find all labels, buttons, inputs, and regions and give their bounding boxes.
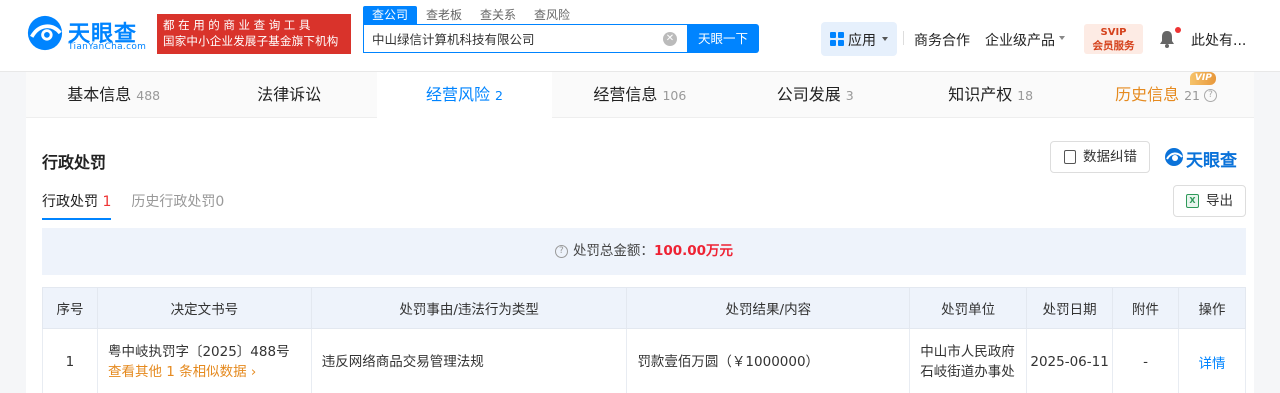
- grid-icon: [830, 32, 844, 46]
- logo-eye-icon: [1165, 148, 1183, 166]
- slogan-banner: 都在用的商业查询工具 国家中小企业发展子基金旗下机构: [157, 14, 351, 54]
- subtab-count: 0: [215, 194, 225, 210]
- tab-label: 历史信息: [1115, 85, 1180, 104]
- tab-basic-info[interactable]: 基本信息 488: [26, 72, 201, 118]
- tab-legal[interactable]: 法律诉讼: [201, 72, 376, 118]
- top-header: 天眼查 TianYanCha.com 都在用的商业查询工具 国家中小企业发展子基…: [0, 0, 1280, 72]
- tab-ip[interactable]: 知识产权 18: [903, 72, 1078, 118]
- svip-member-button[interactable]: SVIP 会员服务: [1084, 24, 1143, 54]
- search-tab-risk[interactable]: 查风险: [525, 6, 579, 24]
- table-header-row: 序号 决定文书号 处罚事由/违法行为类型 处罚结果/内容 处罚单位 处罚日期 附…: [42, 287, 1246, 329]
- document-icon: [1064, 150, 1076, 164]
- subtab-admin-penalty[interactable]: 行政处罚 1: [42, 191, 112, 220]
- main-card: 基本信息 488 法律诉讼 经营风险 2 经营信息 106 公司发展 3 知识产权 18 …: [26, 72, 1254, 393]
- business-cooperation-link[interactable]: 商务合作: [914, 30, 970, 50]
- user-menu[interactable]: 此处有...: [1191, 30, 1246, 50]
- cell-result: 罚款壹佰万圆（￥1000000）: [626, 328, 911, 393]
- col-header-date: 处罚日期: [1026, 287, 1114, 329]
- tab-count: 3: [845, 88, 854, 103]
- data-correction-label: 数据纠错: [1083, 149, 1137, 165]
- search-input[interactable]: [364, 25, 654, 52]
- tab-operating-info[interactable]: 经营信息 106: [552, 72, 727, 118]
- tab-count: 488: [136, 88, 161, 103]
- member-service-label: 会员服务: [1092, 40, 1135, 52]
- penalty-summary: ? 处罚总金额：100.00万元: [42, 228, 1246, 275]
- enterprise-products-menu[interactable]: 企业级产品: [985, 30, 1055, 50]
- col-header-reason: 处罚事由/违法行为类型: [310, 287, 628, 329]
- logo-domain: TianYanCha.com: [68, 42, 147, 52]
- notification-dot: [1175, 27, 1181, 33]
- company-tabs: 基本信息 488 法律诉讼 经营风险 2 经营信息 106 公司发展 3 知识产权 18 …: [26, 72, 1254, 118]
- vip-badge: VIP: [1190, 72, 1217, 85]
- col-header-result: 处罚结果/内容: [626, 287, 911, 329]
- clear-icon[interactable]: ✕: [663, 32, 677, 46]
- tab-count: 2: [495, 88, 503, 103]
- cell-date: 2025-06-11: [1026, 328, 1114, 393]
- tab-label: 经营风险: [425, 85, 490, 104]
- svip-label: SVIP: [1100, 27, 1127, 38]
- tab-label: 基本信息: [67, 85, 132, 104]
- summary-amount: 100.00万元: [653, 243, 734, 259]
- cell-reason: 违反网络商品交易管理法规: [310, 328, 628, 393]
- search-tab-boss[interactable]: 查老板: [417, 6, 471, 24]
- slogan-line-1: 都在用的商业查询工具: [163, 18, 314, 32]
- cell-doc-no: 粤中岐执罚字〔2025〕488号 查看其他 1 条相似数据 ›: [96, 328, 312, 393]
- subtab-count: 1: [102, 194, 112, 210]
- logo[interactable]: 天眼查 TianYanCha.com: [26, 12, 151, 56]
- tab-history[interactable]: VIP 历史信息 21?: [1078, 72, 1253, 118]
- search-button[interactable]: 天眼一下: [687, 24, 759, 53]
- apps-label: 应用: [848, 33, 876, 49]
- data-correction-button[interactable]: 数据纠错: [1050, 141, 1150, 173]
- col-header-doc-no: 决定文书号: [96, 287, 312, 329]
- chevron-right-icon: ›: [250, 363, 257, 380]
- watermark-text: 天眼查: [1186, 151, 1237, 171]
- cell-attachment: -: [1112, 328, 1179, 393]
- search-tab-company[interactable]: 查公司: [363, 6, 418, 24]
- tab-operating-risk[interactable]: 经营风险 2: [376, 72, 553, 118]
- col-header-action: 操作: [1178, 287, 1246, 329]
- search-type-tabs: 查公司 查老板 查关系 查风险: [363, 6, 579, 24]
- summary-label: 处罚总金额：: [572, 243, 654, 259]
- tab-development[interactable]: 公司发展 3: [728, 72, 903, 118]
- export-button[interactable]: X 导出: [1173, 185, 1246, 217]
- search-tab-relation[interactable]: 查关系: [471, 6, 525, 24]
- tab-count: 18: [1017, 88, 1034, 103]
- help-icon[interactable]: ?: [554, 244, 568, 258]
- cell-unit: 中山市人民政府石岐街道办事处: [909, 328, 1028, 393]
- tab-label: 知识产权: [948, 85, 1013, 104]
- tab-count: 21: [1184, 88, 1200, 103]
- tab-label: 经营信息: [593, 85, 658, 104]
- slogan-line-2: 国家中小企业发展子基金旗下机构: [163, 34, 339, 48]
- col-header-attachment: 附件: [1112, 287, 1179, 329]
- chevron-down-icon: [882, 37, 888, 41]
- penalty-subtabs: 行政处罚 1 历史行政处罚0: [42, 191, 244, 220]
- similar-data-label: 查看其他 1 条相似数据: [107, 363, 247, 380]
- tab-label: 法律诉讼: [257, 85, 322, 104]
- tab-label: 公司发展: [776, 85, 841, 104]
- col-header-index: 序号: [42, 287, 98, 329]
- search-box: ✕: [363, 24, 687, 53]
- subtab-label: 行政处罚: [42, 194, 98, 210]
- logo-eye-icon: [27, 15, 63, 51]
- tab-count: 106: [662, 88, 687, 103]
- help-icon[interactable]: ?: [1204, 89, 1217, 102]
- similar-data-link[interactable]: 查看其他 1 条相似数据 ›: [108, 362, 311, 382]
- penalty-table: 序号 决定文书号 处罚事由/违法行为类型 处罚结果/内容 处罚单位 处罚日期 附…: [42, 287, 1246, 393]
- divider: [903, 31, 904, 45]
- table-row: 1 粤中岐执罚字〔2025〕488号 查看其他 1 条相似数据 › 违反网络商品…: [42, 328, 1246, 393]
- export-label: 导出: [1206, 193, 1233, 209]
- doc-number: 粤中岐执罚字〔2025〕488号: [107, 343, 290, 360]
- section-title: 行政处罚: [42, 153, 107, 172]
- chevron-down-icon: [1059, 36, 1065, 40]
- col-header-unit: 处罚单位: [909, 287, 1028, 329]
- apps-menu-button[interactable]: 应用: [821, 22, 897, 56]
- detail-link[interactable]: 详情: [1178, 328, 1246, 393]
- excel-icon: X: [1186, 194, 1199, 208]
- subtab-label: 历史行政处罚: [131, 194, 216, 210]
- bell-icon[interactable]: [1159, 30, 1175, 48]
- subtab-history-penalty[interactable]: 历史行政处罚0: [131, 191, 224, 220]
- cell-index: 1: [42, 328, 98, 393]
